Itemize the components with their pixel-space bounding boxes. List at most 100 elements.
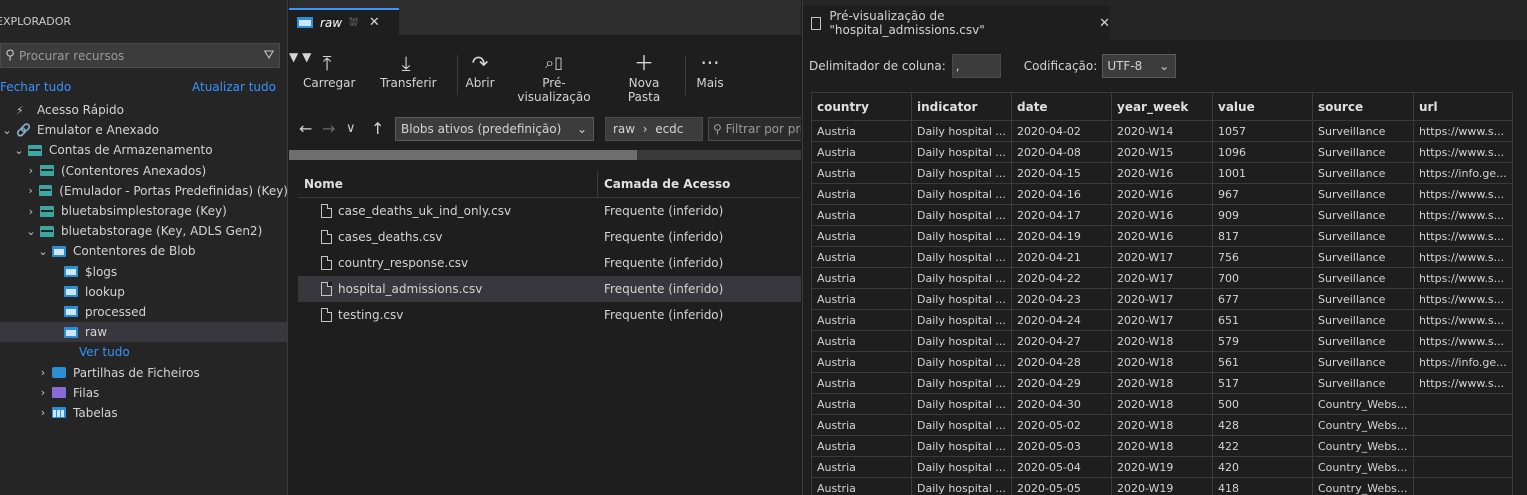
tree-item[interactable]: lookup bbox=[0, 282, 287, 302]
csv-cell: 2020-04-17 bbox=[1011, 204, 1112, 226]
back-arrow-icon[interactable]: ← bbox=[299, 119, 312, 138]
chevron-right-icon[interactable]: › bbox=[37, 406, 49, 419]
csv-cell: https://info.ge... bbox=[1413, 162, 1513, 184]
chevron-down-icon[interactable]: ⌄ bbox=[37, 245, 49, 258]
csv-cell: Surveillance bbox=[1312, 309, 1414, 331]
upload-button[interactable]: ⤒ Carregar bbox=[303, 50, 355, 100]
csv-cell: Surveillance bbox=[1312, 267, 1414, 289]
csv-column-header[interactable]: url bbox=[1413, 92, 1513, 121]
tab-raw[interactable]: raw ⛆ ✕ bbox=[289, 8, 399, 35]
close-icon[interactable]: ✕ bbox=[369, 15, 380, 30]
file-row[interactable]: testing.csv Frequente (inferido) bbox=[298, 302, 801, 328]
tree-item[interactable]: ⚡ Acesso Rápido bbox=[0, 100, 287, 120]
csv-cell: Daily hospital ... bbox=[911, 162, 1012, 184]
breadcrumb-separator-icon: › bbox=[638, 122, 652, 136]
delimiter-input[interactable]: , bbox=[951, 54, 1001, 78]
csv-cell: Surveillance bbox=[1312, 162, 1414, 184]
tab-label: raw bbox=[320, 15, 343, 30]
tree-item[interactable]: › (Emulador - Portas Predefinidas) (Key) bbox=[0, 181, 287, 201]
csv-cell: 2020-W17 bbox=[1111, 288, 1213, 310]
tree-item[interactable]: ⌄ Contas de Armazenamento bbox=[0, 140, 287, 160]
see-all-link[interactable]: Ver tudo bbox=[79, 345, 130, 359]
resource-search-input[interactable] bbox=[19, 48, 259, 63]
file-row[interactable]: cases_deaths.csv Frequente (inferido) bbox=[298, 224, 801, 250]
resource-search-box[interactable]: ⚲ ⛛ bbox=[0, 43, 280, 68]
up-arrow-icon[interactable]: ↑ bbox=[371, 119, 384, 138]
tree-item[interactable]: › Tabelas bbox=[0, 403, 287, 423]
tree-item[interactable]: $logs bbox=[0, 262, 287, 282]
upload-dropdown-icon[interactable]: ▼ bbox=[289, 50, 298, 64]
chevron-down-icon[interactable]: ⌄ bbox=[1, 124, 13, 137]
tree-item[interactable]: ⌄ bluetabstorage (Key, ADLS Gen2) bbox=[0, 221, 287, 241]
blob-view-select-value: Blobs ativos (predefinição) bbox=[401, 122, 562, 136]
column-header-access-tier[interactable]: Camada de Acesso bbox=[598, 177, 730, 191]
tree-item-label: Partilhas de Ficheiros bbox=[73, 365, 200, 380]
csv-cell: Country_Webs... bbox=[1312, 414, 1414, 436]
tree-item[interactable]: Ver tudo bbox=[0, 342, 287, 362]
csv-column-header[interactable]: source bbox=[1312, 92, 1414, 121]
forward-arrow-icon[interactable]: → bbox=[322, 119, 335, 138]
csv-row: Austria Daily hospital ... 2020-04-28 2020-… bbox=[811, 351, 1513, 373]
refresh-all-link[interactable]: Atualizar tudo bbox=[192, 80, 276, 94]
breadcrumb[interactable]: raw › ecdc bbox=[605, 117, 703, 141]
csv-cell: Daily hospital ... bbox=[911, 393, 1012, 415]
csv-row: Austria Daily hospital ... 2020-04-29 2020-… bbox=[811, 372, 1513, 394]
tree-item[interactable]: ⌄ Contentores de Blob bbox=[0, 241, 287, 261]
more-button[interactable]: ··· Mais bbox=[693, 50, 727, 100]
chevron-right-icon[interactable]: › bbox=[25, 164, 37, 177]
tree-item[interactable]: processed bbox=[0, 302, 287, 322]
tree-item-label: Contas de Armazenamento bbox=[49, 143, 213, 158]
csv-cell: 677 bbox=[1212, 288, 1313, 310]
chevron-right-icon[interactable]: › bbox=[25, 205, 37, 218]
column-header-name[interactable]: Nome bbox=[298, 170, 598, 198]
chevron-right-icon[interactable]: › bbox=[37, 366, 49, 379]
tree-item[interactable]: › bluetabsimplestorage (Key) bbox=[0, 201, 287, 221]
prefix-filter-input[interactable]: ⚲ Filtrar por pre bbox=[708, 117, 801, 141]
csv-column-header[interactable]: date bbox=[1011, 92, 1112, 121]
download-button[interactable]: ⤓ Transferir bbox=[380, 50, 437, 100]
csv-column-header[interactable]: value bbox=[1212, 92, 1313, 121]
blob-container-icon bbox=[64, 326, 78, 338]
csv-cell: Daily hospital ... bbox=[911, 330, 1012, 352]
tree-item[interactable]: › (Contentores Anexados) bbox=[0, 161, 287, 181]
csv-cell: Austria bbox=[811, 183, 912, 205]
file-row[interactable]: case_deaths_uk_ind_only.csv Frequente (in… bbox=[298, 198, 801, 224]
chevron-down-icon: ⌄ bbox=[576, 122, 587, 136]
file-icon bbox=[321, 204, 332, 218]
chevron-down-icon[interactable]: ∨ bbox=[346, 121, 356, 136]
chevron-down-icon[interactable]: ⌄ bbox=[13, 144, 25, 157]
tree-item[interactable]: › Partilhas de Ficheiros bbox=[0, 362, 287, 382]
csv-column-header[interactable]: indicator bbox=[911, 92, 1012, 121]
preview-button[interactable]: ⌕▯ Pré-visualização bbox=[510, 50, 598, 104]
blob-view-select[interactable]: Blobs ativos (predefinição) ⌄ bbox=[395, 117, 594, 141]
tree-item-label: $logs bbox=[85, 264, 118, 279]
csv-cell: Daily hospital ... bbox=[911, 225, 1012, 247]
close-icon[interactable]: ✕ bbox=[1099, 16, 1110, 31]
csv-cell: 500 bbox=[1212, 393, 1313, 415]
breadcrumb-item[interactable]: raw bbox=[613, 122, 635, 136]
chevron-down-icon[interactable]: ⌄ bbox=[25, 225, 37, 238]
csv-column-header[interactable]: year_week bbox=[1111, 92, 1213, 121]
tree-item-label: processed bbox=[85, 304, 147, 319]
open-button[interactable]: ↷ Abrir bbox=[465, 50, 495, 100]
chevron-right-icon[interactable]: › bbox=[25, 184, 36, 197]
csv-row: Austria Daily hospital ... 2020-04-27 2020-… bbox=[811, 330, 1513, 352]
tree-item[interactable]: raw bbox=[0, 322, 287, 343]
tree-item[interactable]: ⌄ 🔗 Emulator e Anexado bbox=[0, 120, 287, 140]
tree-item[interactable]: › Filas bbox=[0, 383, 287, 403]
chevron-down-icon: ⌄ bbox=[1159, 59, 1170, 73]
csv-column-header[interactable]: country bbox=[811, 92, 912, 121]
file-row[interactable]: country_response.csv Frequente (inferido) bbox=[298, 250, 801, 276]
csv-header-row: country indicator date year_week value source… bbox=[811, 92, 1513, 121]
chevron-right-icon[interactable]: › bbox=[37, 386, 49, 399]
breadcrumb-item[interactable]: ecdc bbox=[655, 122, 683, 136]
collapse-all-link[interactable]: Fechar tudo bbox=[0, 80, 71, 94]
file-row[interactable]: hospital_admissions.csv Frequente (inferi… bbox=[298, 276, 801, 302]
filter-icon[interactable]: ⛛ bbox=[259, 48, 279, 63]
container-panel: raw ⛆ ✕ ⤒ Carregar ▼ ⤓ Transferir ▼ ↷ Ab… bbox=[289, 0, 801, 495]
new-folder-button[interactable]: ＋ Nova Pasta bbox=[613, 50, 675, 104]
search-icon: ⚲ bbox=[5, 48, 15, 63]
file-name-cell: testing.csv bbox=[298, 308, 598, 322]
encoding-select[interactable]: UTF-8 ⌄ bbox=[1102, 54, 1177, 78]
tab-preview[interactable]: Pré-visualização de "hospital_admissions… bbox=[803, 6, 1110, 40]
